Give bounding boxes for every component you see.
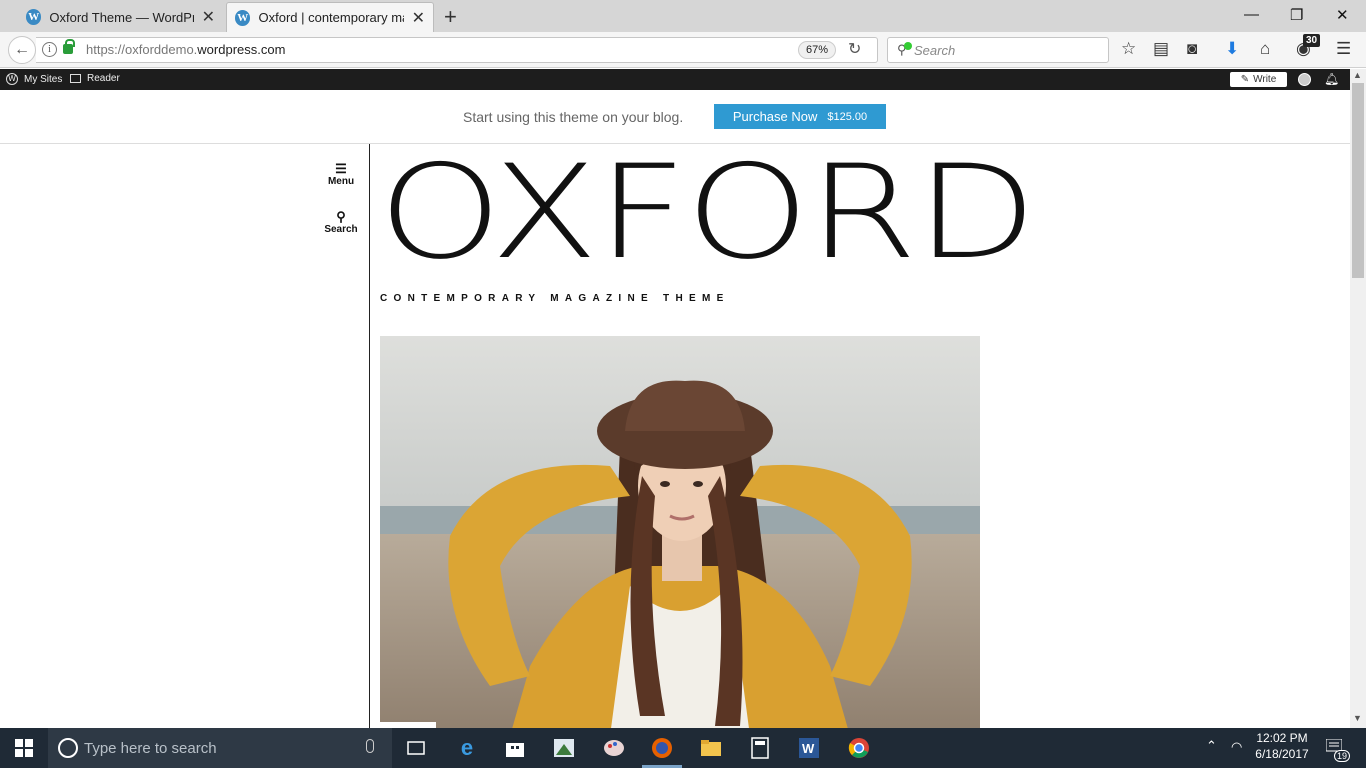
hamburger-menu-icon[interactable]: ☰ <box>1336 39 1351 59</box>
menu-icon: ☰ <box>335 161 347 176</box>
browser-search-input[interactable]: ⚲ Search <box>887 37 1109 63</box>
tray-overflow-icon[interactable]: ⌃ <box>1206 738 1217 754</box>
address-bar[interactable]: i https://oxforddemo.wordpress.com 67% ↻ <box>36 37 878 63</box>
home-icon[interactable]: ⌂ <box>1260 39 1270 59</box>
purchase-now-button[interactable]: Purchase Now $125.00 <box>714 104 886 129</box>
calculator-icon[interactable] <box>748 736 772 760</box>
url-text[interactable]: https://oxforddemo.wordpress.com <box>86 42 285 57</box>
write-label: Write <box>1253 74 1277 85</box>
sidebar-divider <box>369 144 370 728</box>
taskbar-search-placeholder: Type here to search <box>84 740 217 757</box>
scroll-down-icon[interactable]: ▼ <box>1353 713 1362 723</box>
search-placeholder: Search <box>914 43 956 58</box>
tab-oxford-demo[interactable]: W Oxford | contemporary magazine theme ✕ <box>226 2 434 32</box>
url-domain: wordpress.com <box>197 42 286 57</box>
featured-image[interactable] <box>380 336 980 728</box>
notifications-bell-icon[interactable]: 🔔︎ <box>1324 72 1339 86</box>
pencil-icon: ✎ <box>1240 74 1250 85</box>
wp-admin-bar: W My Sites Reader ✎ Write 🔔︎ <box>0 69 1366 90</box>
menu-toggle[interactable]: ☰ Menu <box>321 161 361 188</box>
reader-label: Reader <box>87 73 120 84</box>
scrollbar-thumb[interactable] <box>1352 83 1364 278</box>
word-icon[interactable]: W <box>797 736 821 760</box>
edge-browser-icon[interactable]: e <box>455 735 479 760</box>
wifi-icon[interactable]: ◠ <box>1231 739 1242 755</box>
bookmark-star-icon[interactable]: ☆ <box>1121 39 1136 59</box>
reload-icon[interactable]: ↻ <box>848 39 861 59</box>
pocket-icon[interactable]: ◙ <box>1187 39 1197 59</box>
wordpress-icon: W <box>6 73 18 85</box>
notification-count: 19 <box>1334 750 1351 762</box>
wordpress-icon: W <box>235 9 251 26</box>
back-button[interactable]: ← <box>8 36 36 64</box>
scroll-up-icon[interactable]: ▲ <box>1353 70 1362 80</box>
close-tab-icon[interactable]: ✕ <box>412 8 425 28</box>
store-icon[interactable] <box>503 736 527 760</box>
windows-start-icon[interactable] <box>12 736 36 760</box>
my-sites-link[interactable]: W My Sites <box>6 73 62 85</box>
photo-editor-icon[interactable] <box>552 736 576 760</box>
lock-icon[interactable] <box>63 39 75 54</box>
clock-time: 12:02 PM <box>1256 731 1308 745</box>
url-prefix: https://oxforddemo. <box>86 42 198 57</box>
firefox-icon[interactable] <box>650 736 674 760</box>
search-engine-badge-icon <box>904 42 912 50</box>
wordpress-icon: W <box>26 9 42 25</box>
file-explorer-icon[interactable] <box>699 736 723 760</box>
clock-date: 6/18/2017 <box>1255 747 1309 761</box>
promo-banner: Start using this theme on your blog. Pur… <box>0 90 1350 144</box>
new-tab-button[interactable]: + <box>444 4 457 30</box>
my-sites-label: My Sites <box>24 73 63 85</box>
navigation-bar: ← i https://oxforddemo.wordpress.com 67%… <box>0 32 1366 68</box>
restore-button[interactable]: ❐ <box>1290 6 1303 24</box>
minimize-button[interactable]: — <box>1244 6 1259 23</box>
back-arrow-icon: ← <box>14 41 30 58</box>
site-info-icon[interactable]: i <box>42 42 57 57</box>
reader-icon <box>70 74 81 83</box>
close-window-button[interactable]: ✕ <box>1336 6 1349 24</box>
tab-title: Oxford Theme — WordPress.com <box>49 9 194 25</box>
extension-badge: 30 <box>1303 34 1321 47</box>
search-label: Search <box>324 224 358 235</box>
avatar[interactable] <box>1298 73 1311 86</box>
taskbar-search-input[interactable]: Type here to search <box>48 728 392 768</box>
purchase-price: $125.00 <box>827 110 868 123</box>
microphone-icon[interactable] <box>366 739 374 753</box>
purchase-label: Purchase Now <box>732 109 818 124</box>
chrome-icon[interactable] <box>847 736 871 760</box>
tab-oxford-theme[interactable]: W Oxford Theme — WordPress.com ✕ <box>18 2 223 32</box>
page-scrollbar[interactable]: ▲ ▼ <box>1350 69 1366 728</box>
clock[interactable]: 12:02 PM 6/18/2017 <box>1255 731 1309 761</box>
promo-text: Start using this theme on your blog. <box>463 109 684 125</box>
search-icon: ⚲ <box>336 209 346 224</box>
zoom-level[interactable]: 67% <box>798 41 836 59</box>
write-button[interactable]: ✎ Write <box>1230 72 1287 87</box>
cortana-icon <box>58 738 78 758</box>
reading-list-icon[interactable]: ▤ <box>1153 39 1169 59</box>
tab-title: Oxford | contemporary magazine theme <box>258 10 403 25</box>
site-title[interactable]: OXFORD <box>378 148 1037 278</box>
search-toggle[interactable]: ⚲ Search <box>321 209 361 236</box>
svg-text:W: W <box>802 741 815 756</box>
paint-app-icon[interactable] <box>602 736 626 760</box>
menu-label: Menu <box>327 176 355 187</box>
windows-taskbar: Type here to search e W ⌃ ◠ 12:02 PM 6/1… <box>0 728 1366 768</box>
downloads-icon[interactable]: ⬇ <box>1225 39 1239 59</box>
reader-link[interactable]: Reader <box>70 73 120 84</box>
page-viewport: Start using this theme on your blog. Pur… <box>0 90 1350 728</box>
close-tab-icon[interactable]: ✕ <box>202 7 215 27</box>
beach-portrait-photo <box>380 336 980 728</box>
task-view-icon[interactable] <box>404 736 428 760</box>
browser-tab-bar: W Oxford Theme — WordPress.com ✕ W Oxfor… <box>0 0 1366 32</box>
site-tagline: CONTEMPORARY MAGAZINE THEME <box>380 293 730 304</box>
